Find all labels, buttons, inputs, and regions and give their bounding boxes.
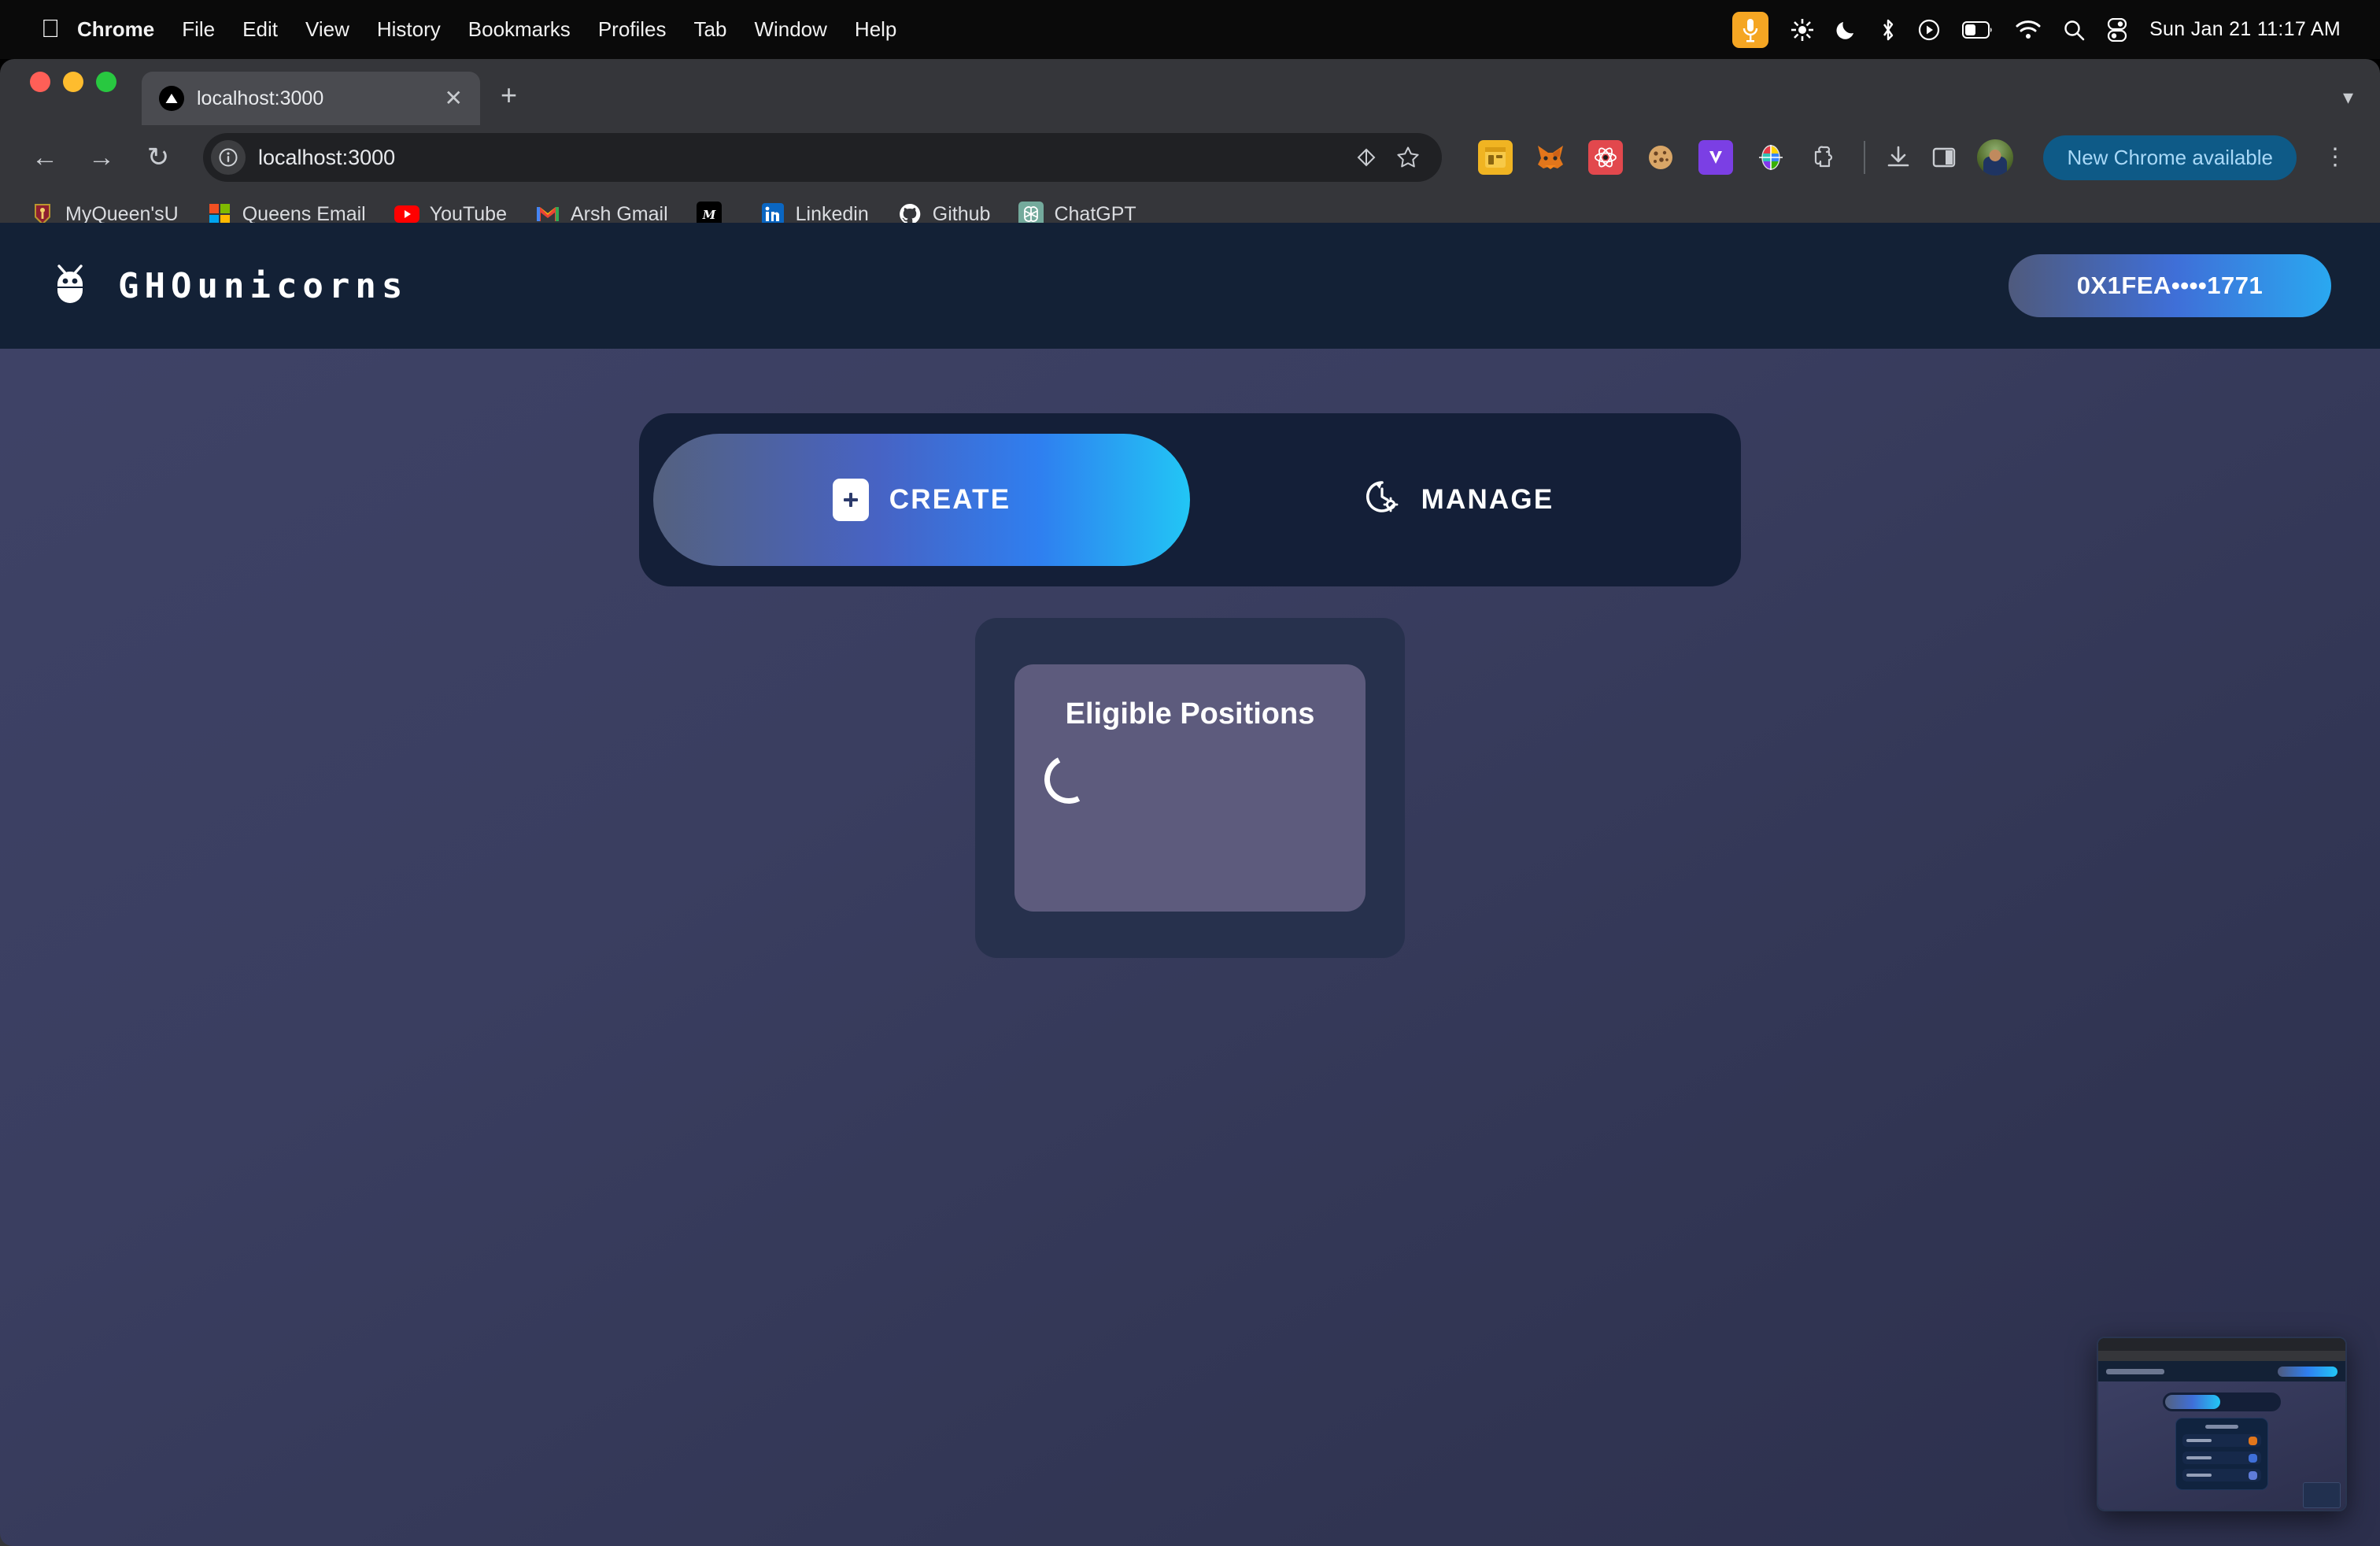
- url-text[interactable]: localhost:3000: [258, 146, 1341, 170]
- tab-manage-label: MANAGE: [1421, 484, 1554, 515]
- preview-toolbar: [2098, 1351, 2345, 1361]
- menu-item-chrome[interactable]: Chrome: [77, 17, 154, 42]
- menu-item-edit[interactable]: Edit: [242, 17, 278, 42]
- profile-avatar[interactable]: [1977, 139, 2014, 176]
- metamask-fox-icon[interactable]: [1533, 140, 1568, 175]
- menubar-clock[interactable]: Sun Jan 21 11:17 AM: [2149, 18, 2341, 41]
- spotlight-search-icon[interactable]: [2063, 19, 2085, 41]
- back-arrow-icon[interactable]: ←: [27, 144, 63, 171]
- menu-item-file[interactable]: File: [182, 17, 215, 42]
- wallet-address-button[interactable]: 0X1FEA••••1771: [2009, 254, 2331, 317]
- preview-mode-tabs: [2163, 1393, 2281, 1411]
- preview-app-header: [2098, 1361, 2345, 1381]
- plus-square-icon: [832, 479, 869, 521]
- notes-extension-icon[interactable]: [1478, 140, 1513, 175]
- incognito-eye-icon[interactable]: [1354, 147, 1379, 168]
- menu-item-window[interactable]: Window: [754, 17, 826, 42]
- kebab-menu-icon[interactable]: ⋮: [2317, 146, 2353, 169]
- eligible-positions-panel: Eligible Positions: [1014, 664, 1366, 912]
- preview-row-icon: [2249, 1436, 2257, 1445]
- microphone-icon[interactable]: [1732, 11, 1769, 48]
- react-devtools-icon[interactable]: [1588, 140, 1624, 175]
- preview-modal-row: [2182, 1434, 2261, 1447]
- preview-row-label: [2186, 1474, 2212, 1477]
- toolbar-divider: [1864, 141, 1866, 174]
- side-panel-icon[interactable]: [1931, 145, 1957, 170]
- preview-modal-title: [2205, 1425, 2238, 1429]
- main-content: CREATE MANAGE Eligible Positions: [0, 349, 2380, 958]
- close-window-button[interactable]: [30, 72, 50, 92]
- loading-spinner-icon: [1037, 748, 1336, 811]
- preview-connect-wallet-modal: [2175, 1418, 2268, 1490]
- reload-icon[interactable]: ↻: [140, 144, 176, 171]
- menubar-status-items: Sun Jan 21 11:17 AM: [1732, 11, 2360, 48]
- menu-item-profiles[interactable]: Profiles: [598, 17, 667, 42]
- preview-modal-row: [2182, 1469, 2261, 1481]
- robot-bug-icon: [49, 261, 91, 311]
- history-gear-icon: [1363, 478, 1401, 523]
- eligible-positions-card: Eligible Positions: [975, 618, 1405, 958]
- brand-name: GHOunicorns: [118, 265, 408, 306]
- tab-create-label: CREATE: [889, 484, 1011, 515]
- apple-logo-icon[interactable]: : [41, 16, 60, 41]
- preview-brand: [2106, 1368, 2164, 1374]
- brand[interactable]: GHOunicorns: [49, 261, 408, 311]
- battery-icon[interactable]: [1962, 20, 1994, 39]
- extension-icons: New Chrome available ⋮: [1478, 135, 2353, 180]
- plus-icon[interactable]: +: [501, 81, 517, 125]
- vercel-triangle-icon: [159, 86, 184, 111]
- wifi-icon[interactable]: [2016, 20, 2041, 39]
- tab-title: localhost:3000: [197, 87, 324, 109]
- close-icon[interactable]: ✕: [445, 87, 463, 109]
- bookmark-star-icon[interactable]: [1396, 146, 1420, 169]
- cookie-manager-icon[interactable]: [1643, 140, 1678, 175]
- preview-page-body: [2098, 1381, 2345, 1510]
- tab-manage[interactable]: MANAGE: [1190, 434, 1727, 566]
- bluetooth-icon[interactable]: [1880, 18, 1896, 42]
- do-not-disturb-moon-icon[interactable]: [1836, 19, 1858, 41]
- minimize-window-button[interactable]: [63, 72, 83, 92]
- preview-row-icon: [2249, 1453, 2257, 1463]
- macos-screenshot-preview[interactable]: [2097, 1337, 2347, 1511]
- mode-tabs: CREATE MANAGE: [639, 413, 1741, 586]
- menu-item-tab[interactable]: Tab: [694, 17, 727, 42]
- window-traffic-lights: [30, 59, 116, 125]
- new-chrome-available-button[interactable]: New Chrome available: [2043, 135, 2297, 180]
- menu-item-help[interactable]: Help: [855, 17, 896, 42]
- menu-item-history[interactable]: History: [377, 17, 441, 42]
- extensions-puzzle-icon[interactable]: [1809, 140, 1843, 175]
- browser-toolbar: ← → ↻ localhost:3000 New Chrome availabl…: [0, 125, 2380, 190]
- menu-item-bookmarks[interactable]: Bookmarks: [468, 17, 571, 42]
- menubar-items: Chrome File Edit View History Bookmarks …: [77, 17, 896, 42]
- vimium-extension-icon[interactable]: [1698, 140, 1734, 175]
- chevron-down-icon[interactable]: ▾: [2343, 85, 2353, 109]
- address-bar[interactable]: localhost:3000: [203, 133, 1443, 182]
- forward-arrow-icon[interactable]: →: [83, 144, 120, 171]
- eligible-positions-title: Eligible Positions: [1065, 697, 1315, 730]
- tab-strip: localhost:3000 ✕ + ▾: [0, 59, 2380, 125]
- preview-nested-thumbnail: [2303, 1482, 2341, 1508]
- svg-text:M: M: [701, 208, 715, 222]
- omnibox-right-icons: [1354, 146, 1434, 169]
- browser-tab[interactable]: localhost:3000 ✕: [142, 72, 480, 125]
- screen-brightness-icon[interactable]: [1791, 18, 1814, 42]
- now-playing-icon[interactable]: [1918, 19, 1940, 41]
- tab-create[interactable]: CREATE: [653, 434, 1190, 566]
- preview-modal-row: [2182, 1452, 2261, 1464]
- preview-row-label: [2186, 1456, 2212, 1459]
- preview-tab-create: [2165, 1395, 2220, 1409]
- download-icon[interactable]: [1886, 145, 1911, 170]
- menu-item-view[interactable]: View: [305, 17, 349, 42]
- macos-menubar:  Chrome File Edit View History Bookmark…: [0, 0, 2380, 59]
- preview-wallet-pill: [2278, 1366, 2338, 1377]
- maximize-window-button[interactable]: [96, 72, 116, 92]
- info-circle-icon[interactable]: [211, 140, 246, 175]
- preview-row-icon: [2249, 1470, 2257, 1480]
- preview-tabstrip: [2098, 1338, 2345, 1351]
- color-picker-icon[interactable]: [1754, 140, 1788, 175]
- control-center-icon[interactable]: [2107, 17, 2127, 42]
- app-header: GHOunicorns 0X1FEA••••1771: [0, 223, 2380, 349]
- page-viewport: GHOunicorns 0X1FEA••••1771 CREATE MANAGE…: [0, 223, 2380, 1546]
- preview-row-label: [2186, 1439, 2212, 1442]
